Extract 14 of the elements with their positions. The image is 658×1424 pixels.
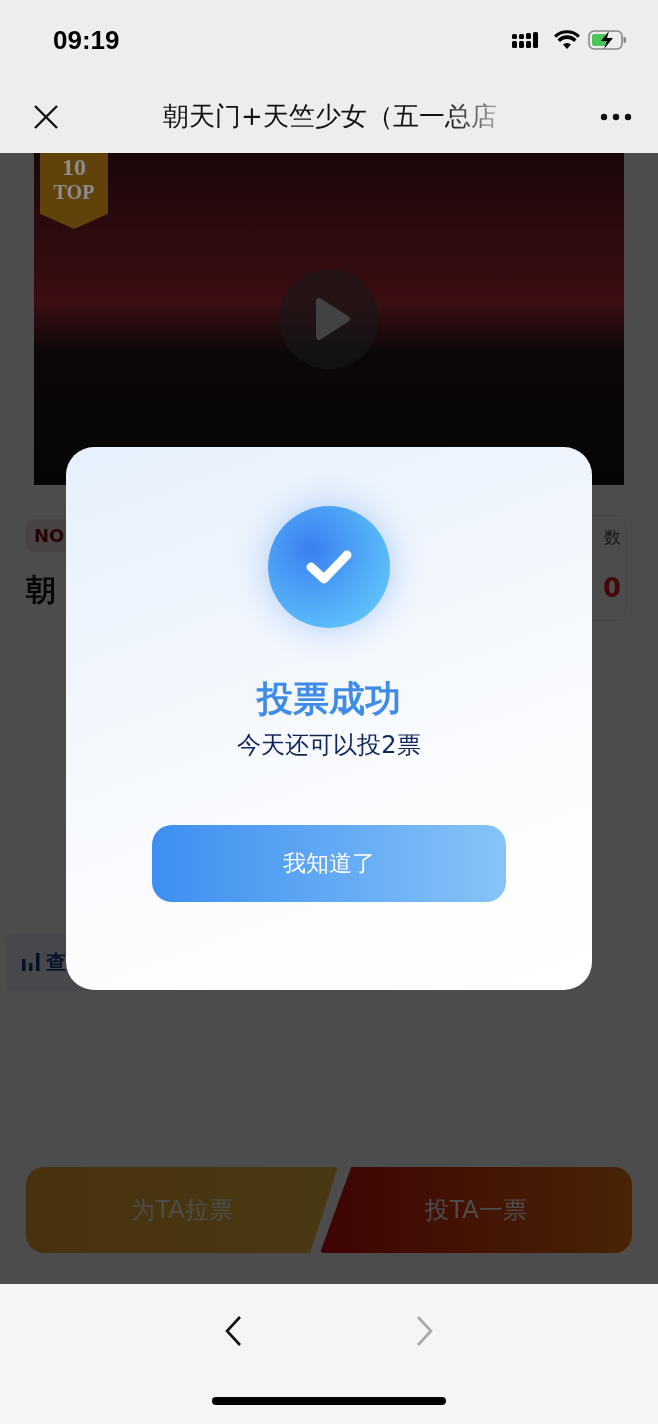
status-time: 09:19: [53, 24, 120, 56]
wifi-icon: [554, 30, 580, 50]
page-title: 朝天门+天竺少女（五一总店: [163, 100, 497, 133]
dialog-title: 投票成功: [257, 677, 401, 721]
chevron-right-icon: [414, 1315, 434, 1347]
confirm-button[interactable]: 我知道了: [152, 825, 506, 902]
rank-badge: 10 TOP: [40, 153, 108, 229]
more-button[interactable]: [600, 112, 632, 121]
dialog-message: 今天还可以投2票: [237, 730, 421, 761]
check-icon: [267, 505, 391, 629]
close-button[interactable]: [32, 102, 60, 131]
chevron-left-icon: [224, 1315, 244, 1347]
battery-icon: [588, 29, 628, 51]
entry-title: 朝: [26, 571, 56, 609]
